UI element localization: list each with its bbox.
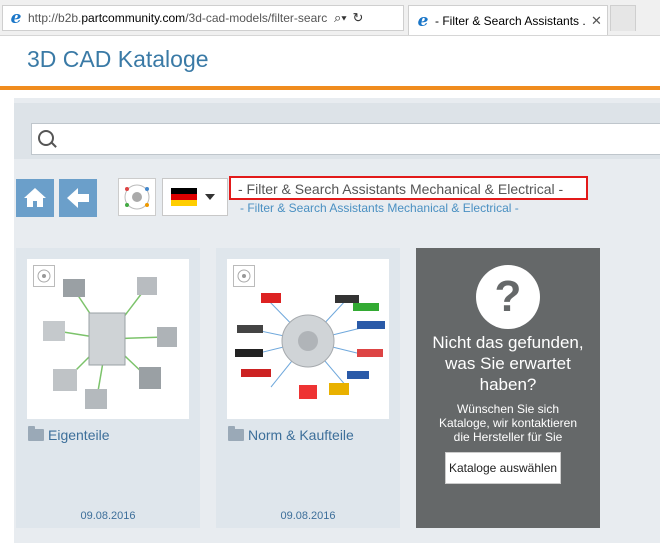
card-label[interactable]: Eigenteile	[28, 426, 110, 443]
question-mark-icon: ?	[476, 265, 540, 329]
tab-title: - Filter & Search Assistants ...	[435, 13, 585, 28]
catalog-thumbnail[interactable]	[118, 178, 156, 216]
card-date: 09.08.2016	[280, 510, 336, 522]
card-label[interactable]: Norm & Kaufteile	[228, 426, 354, 443]
search-area	[14, 103, 660, 159]
catalog-title: - Filter & Search Assistants Mechanical …	[238, 181, 564, 197]
request-catalogs-card: ? Nicht das gefunden, was Sie erwartet h…	[416, 248, 600, 528]
catalog-card-eigenteile[interactable]: Eigenteile 09.08.2016	[16, 248, 200, 528]
card-date: 09.08.2016	[80, 510, 136, 522]
promo-heading-line: Nicht das gefunden,	[432, 333, 584, 352]
browser-chrome: e http://b2b.partcommunity.com/3d-cad-mo…	[0, 0, 660, 36]
app-header: 3D CAD Kataloge	[0, 36, 660, 90]
url-domain: partcommunity.com	[81, 11, 186, 25]
ie-logo-icon: e	[10, 8, 22, 28]
promo-text-line: Wünschen Sie sich	[456, 402, 560, 416]
browser-tab[interactable]: e - Filter & Search Assistants ... ✕	[408, 5, 608, 35]
promo-text-line: die Hersteller für Sie	[453, 430, 563, 444]
catalog-title-highlight: - Filter & Search Assistants Mechanical …	[229, 176, 588, 200]
card-image	[27, 259, 189, 419]
refresh-icon[interactable]: ↻	[352, 10, 364, 26]
url-path: /3d-cad-models/filter-search	[185, 11, 328, 25]
search-input[interactable]	[31, 123, 660, 155]
parts-illustration-icon	[43, 277, 177, 409]
back-arrow-icon	[67, 188, 89, 208]
tab-ie-logo-icon: e	[417, 10, 429, 31]
catalog-card-norm-kaufteile[interactable]: Norm & Kaufteile 09.08.2016	[216, 248, 400, 528]
promo-text: Wünschen Sie sich Kataloge, wir kontakti…	[416, 402, 600, 444]
promo-heading-line: haben?	[479, 375, 537, 394]
home-button[interactable]	[16, 179, 54, 217]
card-title: Eigenteile	[48, 427, 110, 443]
catalog-title-link[interactable]: - Filter & Search Assistants Mechanical …	[240, 201, 519, 215]
back-button[interactable]	[59, 179, 97, 217]
german-flag-icon	[171, 188, 197, 206]
promo-heading: Nicht das gefunden, was Sie erwartet hab…	[416, 332, 600, 395]
address-bar[interactable]: e http://b2b.partcommunity.com/3d-cad-mo…	[2, 5, 404, 31]
address-url[interactable]: http://b2b.partcommunity.com/3d-cad-mode…	[28, 11, 328, 25]
language-select[interactable]	[162, 178, 228, 216]
search-icon[interactable]	[38, 130, 54, 146]
home-icon	[24, 188, 46, 207]
promo-text-line: Kataloge, wir kontaktieren	[438, 416, 578, 430]
new-tab-button[interactable]	[610, 5, 636, 31]
url-prefix: http://b2b.	[28, 11, 82, 25]
folder-icon	[228, 426, 244, 441]
folder-icon	[28, 426, 44, 441]
card-title: Norm & Kaufteile	[248, 427, 354, 443]
manufacturer-logos-icon	[235, 293, 385, 399]
card-image	[227, 259, 389, 419]
catalog-logo-icon	[124, 184, 150, 210]
chevron-down-icon	[205, 194, 215, 200]
page-title: 3D CAD Kataloge	[27, 46, 209, 72]
select-catalogs-button[interactable]: Kataloge auswählen	[445, 452, 561, 484]
tab-close-icon[interactable]: ✕	[591, 13, 602, 29]
search-dropdown-icon[interactable]: ⌕▾	[334, 10, 347, 26]
promo-heading-line: was Sie erwartet	[445, 354, 571, 373]
